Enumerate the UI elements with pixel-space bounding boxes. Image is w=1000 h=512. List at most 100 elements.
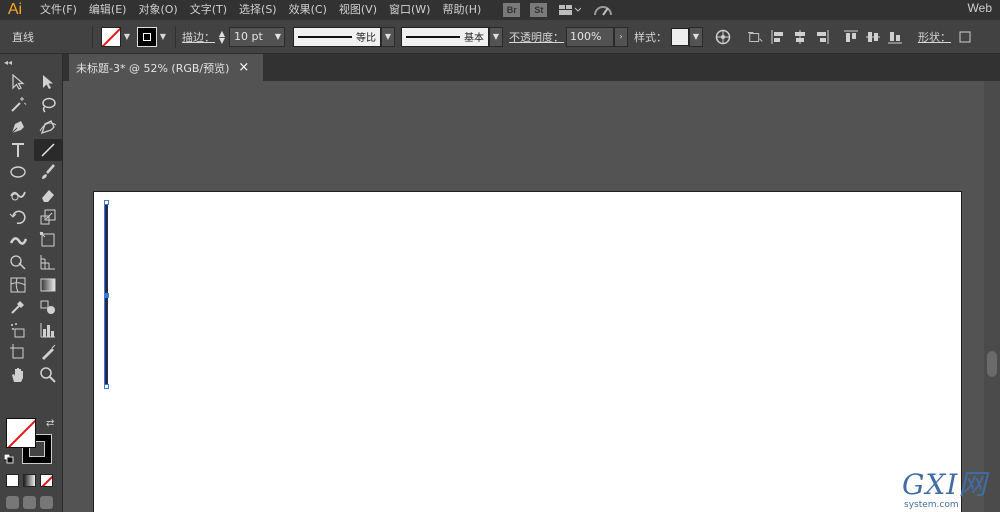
document-tab-title: 未标题-3* @ 52% (RGB/预览) bbox=[76, 61, 230, 75]
bridge-button[interactable]: Br bbox=[503, 3, 521, 17]
ellipse-tool-icon[interactable] bbox=[4, 161, 32, 184]
profile-line-preview bbox=[298, 35, 352, 38]
mesh-tool-icon[interactable] bbox=[4, 274, 32, 297]
document-tab[interactable]: 未标题-3* @ 52% (RGB/预览) × bbox=[69, 54, 263, 81]
color-mode-icon[interactable] bbox=[6, 474, 19, 487]
gpu-performance-icon[interactable] bbox=[593, 3, 613, 17]
workspace-switcher[interactable]: Web bbox=[968, 0, 992, 16]
draw-mode-row bbox=[6, 496, 53, 509]
menu-bar: Ai 文件(F) 编辑(E) 对象(O) 文字(T) 选择(S) 效果(C) 视… bbox=[0, 0, 1000, 20]
line-segment-tool-icon[interactable] bbox=[34, 138, 62, 161]
menu-type[interactable]: 文字(T) bbox=[184, 0, 233, 20]
gradient-tool-icon[interactable] bbox=[34, 274, 62, 297]
paintbrush-tool-icon[interactable] bbox=[34, 161, 62, 184]
align-to-icon[interactable] bbox=[748, 28, 764, 46]
control-bar: 直线 ▼ ▼ 描边： ▲ ▼ 10 pt ▼ 等比 ▼ 基本 ▼ 不透明度： 10… bbox=[0, 20, 1000, 54]
artboard-tool-icon[interactable] bbox=[4, 341, 32, 364]
pen-tool-icon[interactable] bbox=[4, 116, 32, 139]
draw-normal-icon[interactable] bbox=[6, 496, 19, 509]
symbol-sprayer-tool-icon[interactable] bbox=[4, 319, 32, 342]
fill-swatch[interactable] bbox=[101, 26, 121, 47]
scale-tool-icon[interactable] bbox=[34, 206, 62, 229]
gradient-mode-icon[interactable] bbox=[23, 474, 36, 487]
menu-window[interactable]: 窗口(W) bbox=[383, 0, 436, 20]
blend-tool-icon[interactable] bbox=[34, 296, 62, 319]
menu-object[interactable]: 对象(O) bbox=[132, 0, 183, 20]
column-graph-tool-icon[interactable] bbox=[34, 319, 62, 342]
opacity-label[interactable]: 不透明度： bbox=[509, 29, 564, 45]
anchor-point-bottom[interactable] bbox=[104, 384, 109, 389]
magic-wand-tool-icon[interactable] bbox=[4, 94, 32, 117]
direct-selection-tool-icon[interactable] bbox=[34, 71, 62, 94]
eyedropper-tool-icon[interactable] bbox=[4, 296, 32, 319]
fill-color-swatch[interactable] bbox=[6, 418, 36, 448]
transform-reference-icon[interactable] bbox=[957, 28, 973, 46]
draw-behind-icon[interactable] bbox=[23, 496, 36, 509]
canvas-area[interactable] bbox=[63, 81, 984, 512]
opacity-expand-icon[interactable]: › bbox=[614, 26, 628, 47]
brush-line-preview bbox=[406, 35, 460, 38]
app-logo: Ai bbox=[7, 1, 23, 18]
arrange-documents-icon[interactable] bbox=[559, 4, 582, 16]
eraser-tool-icon[interactable] bbox=[34, 184, 62, 207]
shaper-tool-icon[interactable] bbox=[4, 184, 32, 207]
graphic-style-swatch[interactable] bbox=[671, 27, 689, 46]
stroke-weight-input[interactable]: 10 pt ▼ bbox=[229, 26, 285, 47]
default-fill-stroke-icon[interactable] bbox=[4, 454, 14, 464]
align-bottom-icon[interactable] bbox=[887, 28, 903, 46]
rotate-tool-icon[interactable] bbox=[4, 206, 32, 229]
stroke-label[interactable]: 描边： bbox=[182, 29, 215, 45]
recolor-artwork-icon[interactable] bbox=[715, 28, 731, 46]
free-transform-tool-icon[interactable] bbox=[34, 229, 62, 252]
none-mode-icon[interactable] bbox=[40, 474, 53, 487]
opacity-input[interactable]: 100% bbox=[566, 26, 614, 47]
swap-fill-stroke-icon[interactable]: ⇄ bbox=[46, 418, 54, 429]
artboard[interactable] bbox=[93, 191, 962, 512]
chevron-down-icon[interactable]: ▼ bbox=[275, 32, 284, 41]
stroke-weight-value: 10 pt bbox=[234, 30, 263, 43]
selection-tool-icon[interactable] bbox=[4, 71, 32, 94]
menu-select[interactable]: 选择(S) bbox=[233, 0, 283, 20]
align-top-icon[interactable] bbox=[843, 28, 859, 46]
menu-view[interactable]: 视图(V) bbox=[333, 0, 383, 20]
divider bbox=[175, 25, 176, 48]
type-tool-icon[interactable] bbox=[4, 139, 32, 162]
stroke-dropdown-icon[interactable]: ▼ bbox=[157, 29, 169, 45]
align-center-icon[interactable] bbox=[792, 28, 808, 46]
profile-dropdown-icon[interactable]: ▼ bbox=[381, 26, 395, 47]
menu-edit[interactable]: 编辑(E) bbox=[83, 0, 133, 20]
lasso-tool-icon[interactable] bbox=[34, 94, 62, 117]
stroke-weight-stepper-icon[interactable]: ▲ ▼ bbox=[215, 27, 229, 47]
variable-width-profile[interactable]: 等比 bbox=[293, 26, 381, 47]
perspective-grid-tool-icon[interactable] bbox=[34, 251, 62, 274]
profile-label: 等比 bbox=[356, 33, 376, 44]
fill-stroke-widget: ⇄ bbox=[4, 416, 58, 466]
align-middle-icon[interactable] bbox=[865, 28, 881, 46]
curvature-tool-icon[interactable] bbox=[34, 116, 62, 139]
menu-effect[interactable]: 效果(C) bbox=[283, 0, 333, 20]
menu-file[interactable]: 文件(F) bbox=[34, 0, 83, 20]
zoom-tool-icon[interactable] bbox=[34, 364, 62, 387]
hand-tool-icon[interactable] bbox=[4, 364, 32, 387]
slice-tool-icon[interactable] bbox=[34, 341, 62, 364]
stroke-swatch[interactable] bbox=[137, 26, 157, 47]
brush-definition[interactable]: 基本 bbox=[401, 26, 489, 47]
shape-builder-tool-icon[interactable] bbox=[4, 251, 32, 274]
toolbar-collapse-button[interactable]: ◂◂ bbox=[0, 54, 62, 71]
fill-dropdown-icon[interactable]: ▼ bbox=[121, 29, 133, 45]
close-icon[interactable]: × bbox=[238, 60, 249, 75]
tool-grid bbox=[0, 71, 62, 386]
center-point[interactable] bbox=[104, 293, 109, 298]
menu-help[interactable]: 帮助(H) bbox=[436, 0, 487, 20]
anchor-point-top[interactable] bbox=[104, 200, 109, 205]
brush-dropdown-icon[interactable]: ▼ bbox=[489, 26, 503, 47]
scrollbar-thumb[interactable] bbox=[987, 351, 997, 377]
shape-label[interactable]: 形状： bbox=[918, 29, 951, 45]
align-left-icon[interactable] bbox=[770, 28, 786, 46]
style-dropdown-icon[interactable]: ▼ bbox=[689, 26, 703, 47]
vertical-scrollbar[interactable] bbox=[984, 81, 1000, 512]
draw-inside-icon[interactable] bbox=[40, 496, 53, 509]
align-right-icon[interactable] bbox=[814, 28, 830, 46]
stock-button[interactable]: St bbox=[530, 3, 548, 17]
width-tool-icon[interactable] bbox=[4, 229, 32, 252]
